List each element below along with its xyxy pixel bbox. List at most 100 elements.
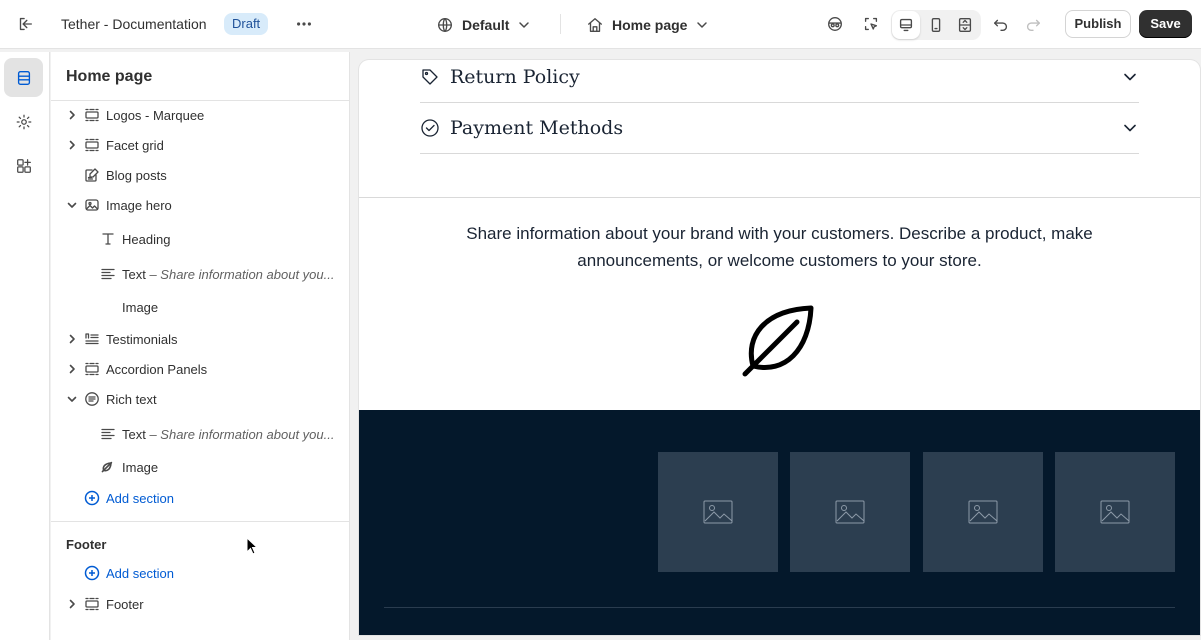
block-heading[interactable]: Heading (51, 226, 350, 252)
mobile-view-icon[interactable] (922, 11, 950, 39)
block-text[interactable]: Text – Share information about you... (51, 261, 350, 287)
sidebar-item-label: Facet grid (106, 137, 164, 153)
chevron-down-icon (519, 22, 530, 28)
section-icon (85, 362, 99, 376)
theme-settings-icon[interactable] (4, 102, 43, 141)
publish-button[interactable]: Publish (1065, 10, 1131, 38)
sidebar-item-label: Text (122, 266, 146, 282)
image-placeholder (923, 452, 1043, 572)
undo-icon[interactable] (987, 10, 1015, 38)
section-testimonials[interactable]: Testimonials (51, 326, 350, 352)
chevron-right-icon[interactable] (66, 363, 78, 375)
section-rich-text[interactable]: Rich text (51, 386, 350, 412)
accordion-title: Payment Methods (450, 117, 624, 139)
text-lines-icon (101, 428, 115, 440)
store-preview[interactable]: Return Policy Payment Methods Share info… (359, 60, 1200, 635)
image-section-icon (85, 199, 99, 211)
sidebar-item-label: Image hero (106, 197, 172, 213)
accordion-row-payment-methods[interactable]: Payment Methods (420, 103, 1139, 154)
save-button[interactable]: Save (1139, 10, 1192, 38)
sidebar-item-label: Footer (106, 596, 144, 612)
sidebar-item-label: Rich text (106, 391, 157, 407)
section-facet-grid[interactable]: Facet grid (51, 132, 350, 158)
full-width-view-icon[interactable] (951, 11, 979, 39)
section-accordion-panels[interactable]: Accordion Panels (51, 356, 350, 382)
chevron-down-icon[interactable] (66, 199, 78, 211)
device-toggle (891, 10, 981, 40)
accordion-title: Return Policy (450, 66, 580, 88)
sidebar-item-preview: – Share information about you... (145, 266, 335, 282)
footer-group-heading: Footer (66, 537, 107, 552)
check-circle-icon (421, 119, 439, 137)
section-image-hero[interactable]: Image hero (51, 192, 350, 218)
globe-icon (438, 18, 452, 32)
image-placeholder-icon (835, 500, 865, 524)
sidebar-item-label: Heading (122, 231, 171, 247)
chevron-down-icon (1124, 73, 1136, 81)
sidebar-item-label: Testimonials (106, 331, 178, 347)
section-icon (85, 138, 99, 152)
image-gallery-section (359, 410, 1200, 635)
blog-icon (85, 168, 99, 182)
sections-icon[interactable] (4, 58, 43, 97)
page-select[interactable]: Home page (586, 12, 709, 38)
app-title: Tether - Documentation (61, 16, 207, 32)
chevron-right-icon[interactable] (66, 139, 78, 151)
inspector-icon[interactable] (857, 10, 885, 38)
image-placeholder-icon (1100, 500, 1130, 524)
testimonials-icon (85, 333, 99, 345)
theme-select[interactable]: Default (436, 12, 531, 38)
more-actions-icon[interactable] (290, 10, 318, 38)
chevron-down-icon (1124, 124, 1136, 132)
chevron-down-icon (697, 22, 708, 28)
divider (560, 14, 561, 34)
block-image[interactable]: Image (51, 294, 350, 320)
add-section-label: Add section (106, 490, 174, 506)
top-bar: Tether - Documentation Draft Default Hom… (0, 0, 1201, 49)
section-blog-posts[interactable]: Blog posts (51, 162, 350, 188)
add-section-button[interactable]: Add section (84, 490, 174, 506)
chevron-right-icon[interactable] (66, 109, 78, 121)
text-type-icon (102, 233, 114, 245)
chevron-right-icon[interactable] (66, 598, 78, 610)
rich-text-icon (85, 392, 99, 406)
image-placeholder-icon (703, 500, 733, 524)
redo-icon[interactable] (1019, 10, 1047, 38)
image-placeholder (790, 452, 910, 572)
leaf-icon (101, 461, 113, 472)
apps-icon[interactable] (4, 146, 43, 185)
accordion-row-return-policy[interactable]: Return Policy (420, 60, 1139, 103)
image-placeholder-icon (968, 500, 998, 524)
leaf-icon (742, 305, 814, 377)
chevron-down-icon[interactable] (66, 393, 78, 405)
sidebar-item-label: Logos - Marquee (106, 107, 205, 123)
add-circle-icon (84, 565, 100, 581)
rich-text-body: Share information about your brand with … (466, 224, 1093, 270)
divider (384, 607, 1175, 608)
sidebar-item-label: Image (122, 299, 159, 315)
section-icon (85, 597, 99, 611)
add-circle-icon (84, 490, 100, 506)
desktop-view-icon[interactable] (892, 11, 920, 39)
customer-privacy-icon[interactable] (821, 10, 849, 38)
sidebar-item-preview: – Share information about you... (145, 426, 335, 442)
sections-panel: Home page Logos - Marquee Facet grid Blo… (51, 52, 350, 640)
chevron-right-icon[interactable] (66, 333, 78, 345)
home-icon (588, 18, 602, 32)
image-placeholder (1055, 452, 1175, 572)
block-image[interactable]: Image (51, 454, 350, 480)
editor-rail (0, 52, 50, 640)
page-select-label: Home page (612, 17, 688, 33)
section-footer[interactable]: Footer (51, 591, 350, 617)
section-logos-marquee[interactable]: Logos - Marquee (51, 102, 350, 128)
panel-title: Home page (66, 68, 153, 85)
block-text[interactable]: Text – Share information about you... (51, 421, 350, 447)
text-lines-icon (101, 268, 115, 280)
divider (51, 100, 350, 101)
sidebar-item-label: Image (122, 459, 159, 475)
status-badge: Draft (224, 13, 269, 35)
section-icon (85, 108, 99, 122)
exit-icon[interactable] (11, 10, 39, 38)
footer-add-section-button[interactable]: Add section (84, 565, 174, 581)
add-section-label: Add section (106, 565, 174, 581)
